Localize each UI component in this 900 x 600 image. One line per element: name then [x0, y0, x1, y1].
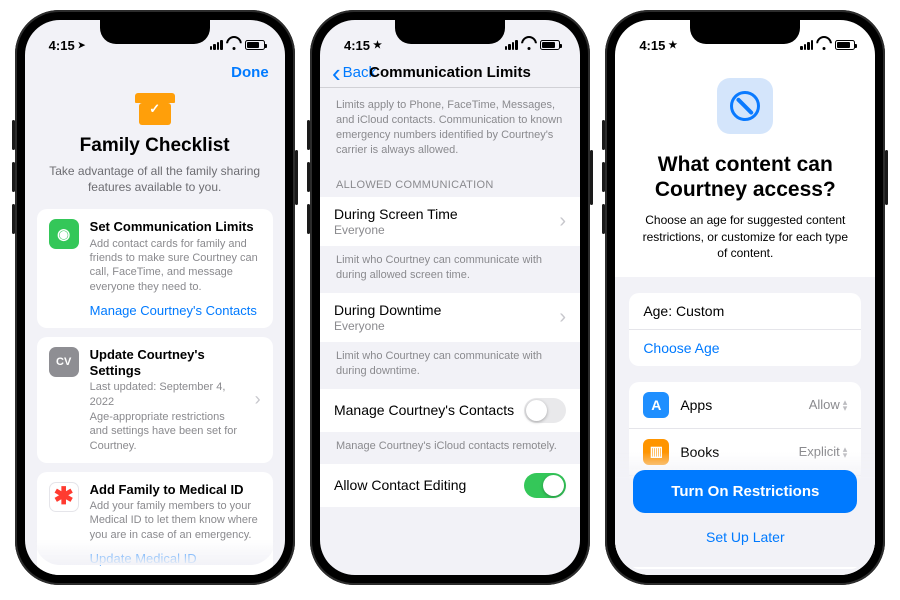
star-indicator-icon: ★	[668, 40, 677, 51]
status-time: 4:15	[344, 38, 370, 53]
wifi-icon	[522, 40, 536, 50]
stepper-icon: ▴▾	[843, 399, 848, 411]
row-during-screen-time[interactable]: During Screen Time Everyone ›	[320, 197, 580, 246]
info-note: Limits apply to Phone, FaceTime, Message…	[320, 88, 580, 167]
chevron-right-icon: ›	[559, 210, 566, 233]
back-button[interactable]: Back	[332, 64, 376, 81]
signal-icon	[800, 40, 813, 50]
chevron-right-icon: ›	[559, 306, 566, 329]
family-checklist-icon: ✓	[135, 89, 175, 125]
restriction-icon	[717, 78, 773, 134]
done-button[interactable]: Done	[231, 64, 269, 81]
back-label: Back	[343, 64, 376, 81]
manage-contacts-link[interactable]: Manage Courtney's Contacts	[90, 303, 261, 318]
phone-content-restrictions: 4:15 ★ What content can Courtney access?…	[605, 10, 885, 585]
section-header: Allowed Communication	[320, 167, 580, 197]
row-value: Allow ▴▾	[809, 397, 848, 412]
phone-family-checklist: 4:15 ➤ Done ✓ Family Checklist	[15, 10, 295, 585]
star-indicator-icon: ★	[373, 40, 382, 51]
set-up-later-button[interactable]: Set Up Later	[633, 517, 857, 557]
phone-communication-limits: 4:15 ★ Back Communication Limits Limits …	[310, 10, 590, 585]
content-row-apps[interactable]: A Apps Allow ▴▾	[629, 382, 861, 428]
turn-on-restrictions-button[interactable]: Turn On Restrictions	[633, 470, 857, 513]
battery-icon	[835, 40, 855, 50]
age-group: Age: Custom Choose Age	[629, 293, 861, 366]
nav-bar: Done	[25, 60, 285, 87]
info-note: Manage Courtney's iCloud contacts remote…	[320, 432, 580, 464]
row-label: Apps	[680, 397, 712, 413]
card-title: Set Communication Limits	[90, 219, 261, 235]
notch	[690, 20, 800, 44]
info-note: Limit who Courtney can communicate with …	[320, 342, 580, 389]
signal-icon	[210, 40, 223, 50]
contacts-icon: ◉	[49, 219, 79, 249]
card-title: Add Family to Medical ID	[90, 482, 261, 498]
choose-age-button[interactable]: Choose Age	[629, 329, 861, 366]
row-allow-contact-editing: Allow Contact Editing	[320, 464, 580, 507]
row-sub: Everyone	[334, 223, 458, 237]
card-title: Update Courtney's Settings	[90, 347, 244, 380]
allow-contact-editing-toggle[interactable]	[524, 473, 566, 498]
choose-age-label: Choose Age	[643, 340, 719, 356]
card-medical-id[interactable]: ✱ Add Family to Medical ID Add your fami…	[37, 472, 273, 575]
card-desc: Add your family members to your Medical …	[90, 499, 261, 542]
wifi-icon	[227, 40, 241, 50]
status-time: 4:15	[639, 38, 665, 53]
manage-contacts-toggle[interactable]	[524, 398, 566, 423]
notch	[395, 20, 505, 44]
card-sub: Last updated: September 4, 2022	[90, 380, 244, 409]
row-title: Manage Courtney's Contacts	[334, 402, 514, 418]
page-title: What content can Courtney access?	[641, 152, 849, 202]
row-sub: Everyone	[334, 319, 441, 333]
notch	[100, 20, 210, 44]
battery-icon	[245, 40, 265, 50]
row-title: During Screen Time	[334, 206, 458, 222]
card-desc: Add contact cards for family and friends…	[90, 237, 261, 294]
nav-bar: Back Communication Limits	[320, 60, 580, 88]
card-update-settings[interactable]: CV Update Courtney's Settings Last updat…	[37, 337, 273, 463]
row-title: Allow Contact Editing	[334, 477, 466, 493]
avatar: CV	[49, 347, 79, 377]
app-icon: A	[643, 392, 669, 418]
signal-icon	[505, 40, 518, 50]
page-subtitle: Choose an age for suggested content rest…	[641, 212, 849, 261]
age-row: Age: Custom	[629, 293, 861, 329]
medical-id-icon: ✱	[49, 482, 79, 512]
info-note: Limit who Courtney can communicate with …	[320, 246, 580, 293]
row-title: During Downtime	[334, 302, 441, 318]
battery-icon	[540, 40, 560, 50]
row-during-downtime[interactable]: During Downtime Everyone ›	[320, 293, 580, 342]
page-subtitle: Take advantage of all the family sharing…	[47, 163, 263, 195]
status-time: 4:15	[49, 38, 75, 53]
wifi-icon	[817, 40, 831, 50]
chevron-right-icon: ›	[255, 389, 261, 410]
page-title: Family Checklist	[47, 135, 263, 157]
row-manage-contacts: Manage Courtney's Contacts	[320, 389, 580, 432]
card-desc: Age-appropriate restrictions and setting…	[90, 410, 244, 453]
card-communication-limits[interactable]: ◉ Set Communication Limits Add contact c…	[37, 209, 273, 327]
update-medical-id-link[interactable]: Update Medical ID	[90, 551, 261, 566]
location-indicator-icon: ➤	[78, 40, 86, 51]
